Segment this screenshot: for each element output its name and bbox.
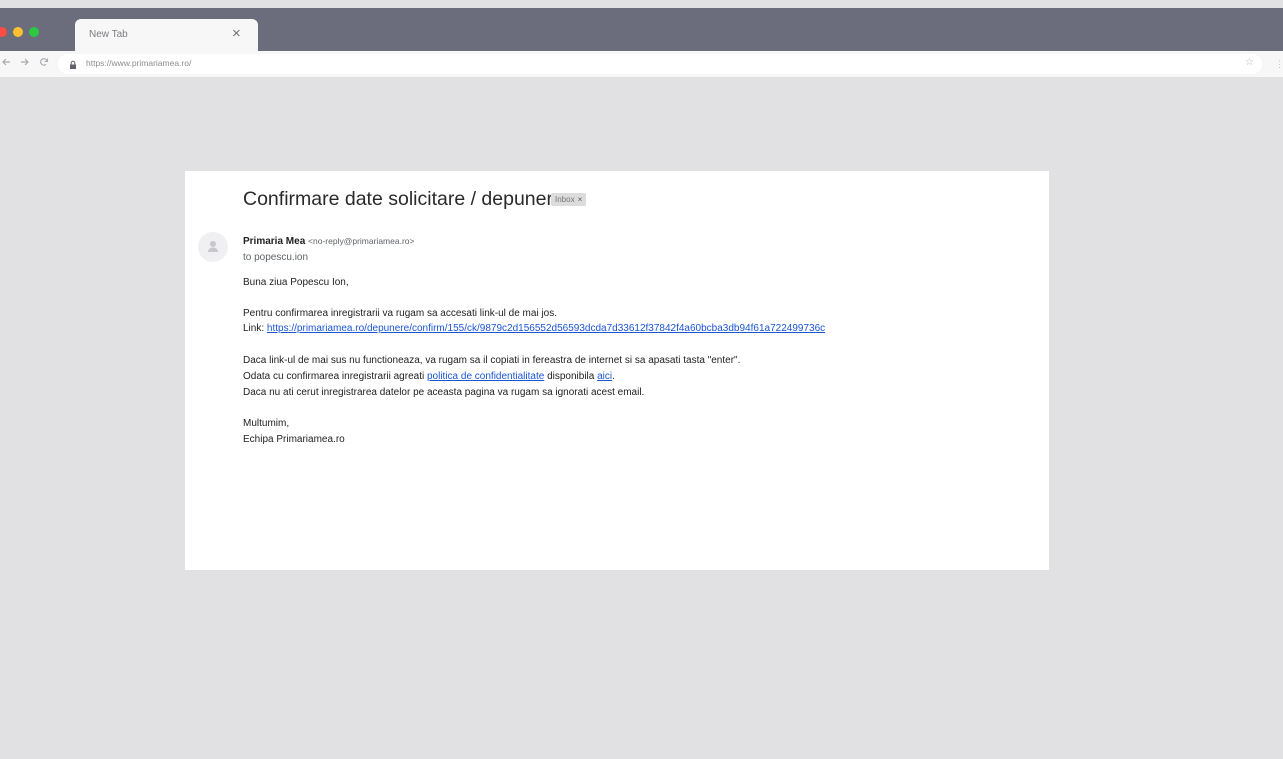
url-text: https://www.primariamea.ro/ [86, 58, 192, 68]
privacy-policy-link[interactable]: politica de confidentialitate [427, 371, 544, 382]
close-window-dot[interactable] [0, 27, 7, 37]
address-bar[interactable]: https://www.primariamea.ro/ ☆ [58, 54, 1262, 74]
browser-toolbar: https://www.primariamea.ro/ ☆ ⋮ [0, 51, 1283, 77]
inbox-label-badge[interactable]: Inbox × [551, 193, 587, 206]
link-label: Link: [243, 323, 265, 334]
maximize-window-dot[interactable] [29, 27, 39, 37]
para3-suffix: . [612, 371, 615, 382]
body-paragraph-4: Daca nu ati cerut inregistrarea datelor … [243, 387, 645, 398]
signature: Echipa Primariamea.ro [243, 434, 345, 445]
recipient-line: to popescu.ion [243, 252, 309, 263]
sender-email: <no-reply@primariamea.ro> [308, 236, 415, 246]
minimize-window-dot[interactable] [13, 27, 23, 37]
menu-dots-icon[interactable]: ⋮ [1275, 59, 1283, 70]
email-subject: Confirmare date solicitare / depunere [243, 188, 564, 210]
remove-label-icon[interactable]: × [578, 195, 583, 204]
here-link[interactable]: aici [597, 371, 612, 382]
body-paragraph-2: Daca link-ul de mai sus nu functioneaza,… [243, 355, 741, 366]
link-line: Link: https://primariamea.ro/depunere/co… [243, 322, 825, 335]
para3-mid: disponibila [547, 371, 595, 382]
browser-tab-bar: New Tab × [0, 8, 1283, 51]
back-arrow-icon[interactable] [1, 57, 11, 70]
tab-title: New Tab [89, 29, 128, 40]
greeting: Buna ziua Popescu Ion, [243, 277, 349, 288]
inbox-label-text: Inbox [555, 195, 575, 204]
para3-prefix: Odata cu confirmarea inregistrarii agrea… [243, 371, 425, 382]
avatar [198, 232, 228, 262]
forward-arrow-icon[interactable] [20, 57, 30, 70]
sender-line: Primaria Mea <no-reply@primariamea.ro> [243, 236, 414, 247]
email-card: Confirmare date solicitare / depunere In… [185, 171, 1049, 570]
body-paragraph-3: Odata cu confirmarea inregistrarii agrea… [243, 370, 615, 383]
browser-tab[interactable]: New Tab × [75, 19, 258, 51]
confirm-link[interactable]: https://primariamea.ro/depunere/confirm/… [267, 323, 825, 334]
top-strip [0, 0, 1283, 8]
body-paragraph-1: Pentru confirmarea inregistrarii va ruga… [243, 308, 558, 319]
closing: Multumim, [243, 418, 290, 429]
lock-icon [67, 58, 79, 70]
star-icon[interactable]: ☆ [1245, 57, 1254, 68]
sender-name[interactable]: Primaria Mea [243, 236, 305, 247]
tab-close-icon[interactable]: × [232, 25, 241, 43]
person-icon [208, 241, 218, 252]
reload-icon[interactable] [39, 57, 49, 70]
